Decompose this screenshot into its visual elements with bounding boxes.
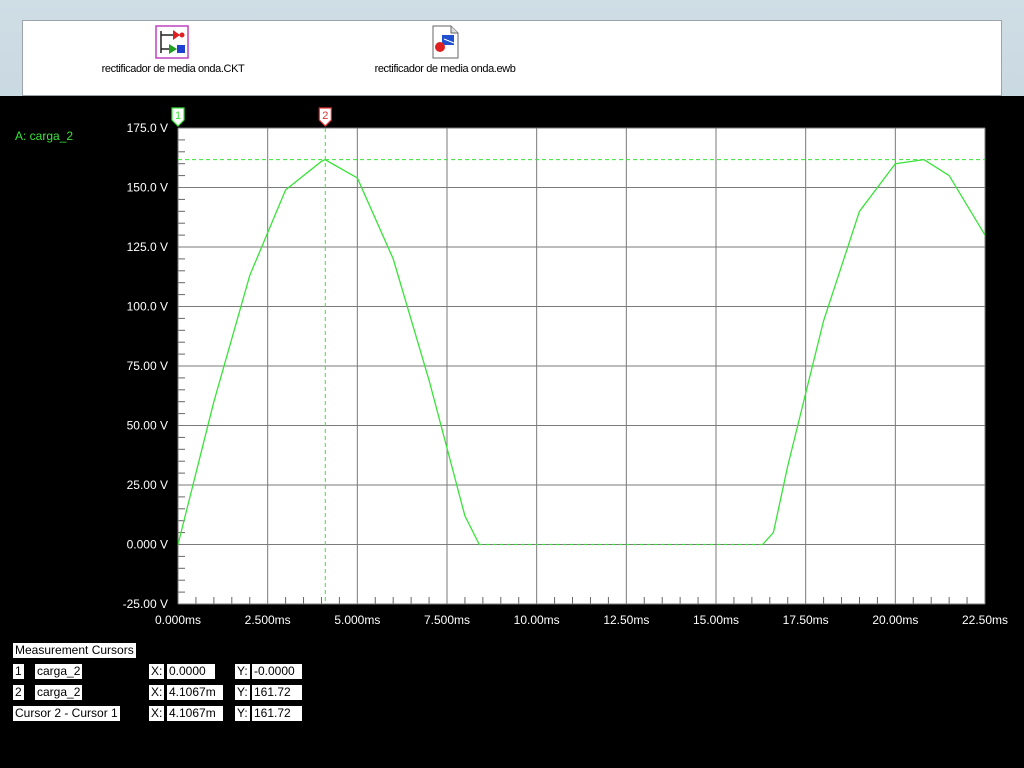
x-tick-label: 22.50ms — [962, 613, 1008, 627]
cursor-diff-y-label: Y: — [235, 706, 250, 721]
cursor-row-1-y-value: -0.0000 — [252, 664, 302, 679]
x-tick-label: 5.000ms — [334, 613, 380, 627]
desktop-file-panel: rectificador de media onda.CKT rectifica… — [22, 20, 1002, 96]
x-tick-label: 20.00ms — [872, 613, 918, 627]
waveform-plot[interactable]: 0.000ms 2.500ms 5.000ms 7.500ms 10.00ms 12.50… — [0, 96, 1024, 641]
cursor-diff-x-value: 4.1067m — [167, 706, 223, 721]
y-tick-label: 0.000 V — [127, 538, 168, 552]
cursor-row-1-id: 1 — [13, 664, 24, 679]
cursor-row-2-x-value: 4.1067m — [167, 685, 223, 700]
cursor-diff-y-value: 161.72 — [252, 706, 302, 721]
y-tick-label: 150.0 V — [127, 181, 168, 195]
x-tick-label: 0.000ms — [155, 613, 201, 627]
grapher-window: 0.000ms 2.500ms 5.000ms 7.500ms 10.00ms 12.50… — [0, 96, 1024, 768]
cursor-1-marker-label: 1 — [175, 110, 181, 122]
cursor-row-1-x-label: X: — [149, 664, 165, 679]
cursors-panel-title: Measurement Cursors — [13, 643, 136, 658]
y-tick-label: 100.0 V — [127, 300, 168, 314]
x-tick-label: 2.500ms — [245, 613, 291, 627]
y-tick-label: 125.0 V — [127, 240, 168, 254]
file-ewb[interactable]: rectificador de media onda.ewb — [345, 21, 545, 97]
x-tick-label: 7.500ms — [424, 613, 470, 627]
cursor-diff-label: Cursor 2 - Cursor 1 — [13, 706, 120, 721]
trace-label: A: carga_2 — [15, 129, 74, 143]
y-tick-label: 50.00 V — [127, 419, 168, 433]
cursor-diff-x-label: X: — [149, 706, 165, 721]
x-tick-label: 15.00ms — [693, 613, 739, 627]
cursor-row-2-x-label: X: — [149, 685, 165, 700]
cursor-2-marker-label: 2 — [322, 110, 328, 122]
file-label-ckt: rectificador de media onda.CKT — [101, 63, 245, 75]
x-tick-label: 17.50ms — [783, 613, 829, 627]
cursor-row-2-id: 2 — [13, 685, 24, 700]
cursor-row-1-trace: carga_2 — [35, 664, 83, 679]
y-tick-label: 25.00 V — [127, 478, 168, 492]
y-tick-label: 75.00 V — [127, 359, 168, 373]
x-tick-label: 12.50ms — [603, 613, 649, 627]
ewb-file-icon — [432, 25, 459, 59]
cursor-row-2-y-value: 161.72 — [252, 685, 302, 700]
circuit-file-icon — [155, 25, 189, 59]
y-tick-label: -25.00 V — [123, 597, 168, 611]
cursor-row-1-x-value: 0.0000 — [167, 664, 215, 679]
x-tick-label: 10.00ms — [514, 613, 560, 627]
file-label-ewb: rectificador de media onda.ewb — [374, 63, 516, 75]
cursor-row-2-y-label: Y: — [235, 685, 250, 700]
file-ckt[interactable]: rectificador de media onda.CKT — [73, 21, 273, 97]
y-tick-label: 175.0 V — [127, 121, 168, 135]
cursor-row-1-y-label: Y: — [235, 664, 250, 679]
cursor-row-2-trace: carga_2 — [35, 685, 83, 700]
